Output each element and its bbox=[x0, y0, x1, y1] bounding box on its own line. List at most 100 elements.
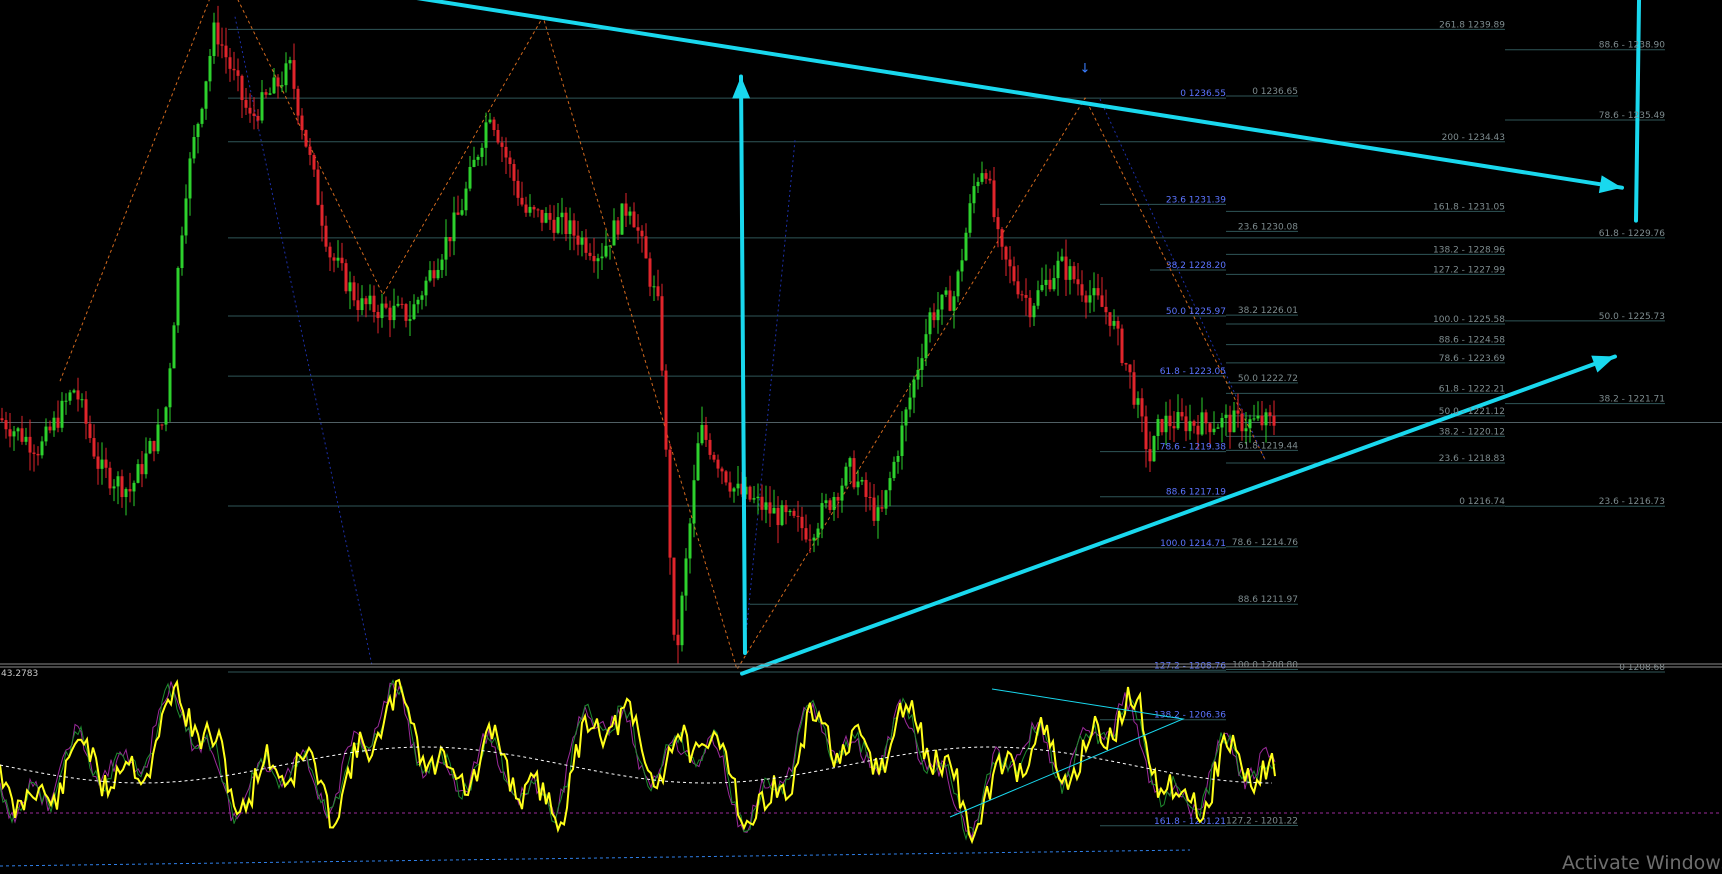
candle-body bbox=[1204, 412, 1208, 424]
candle-body bbox=[592, 255, 596, 262]
candle-body bbox=[880, 507, 884, 509]
candle-body bbox=[104, 459, 108, 468]
candle-body bbox=[1060, 256, 1064, 261]
candle-body bbox=[96, 456, 100, 469]
candle-body bbox=[624, 203, 628, 216]
candle-body bbox=[752, 498, 756, 500]
candle-body bbox=[88, 423, 92, 439]
candle-body bbox=[204, 81, 208, 109]
candle-body bbox=[836, 496, 840, 501]
candle-body bbox=[276, 77, 280, 87]
candle-body bbox=[1228, 414, 1232, 433]
candle-body bbox=[148, 441, 152, 454]
fib-level-label: 78.6 - 1223.69 bbox=[1439, 354, 1505, 364]
candle-body bbox=[1044, 279, 1048, 286]
candle-body bbox=[764, 502, 768, 510]
fib-level-label: 138.2 - 1228.96 bbox=[1433, 245, 1505, 255]
fib-level-label: 50.0 - 1225.73 bbox=[1599, 312, 1665, 322]
candle-body bbox=[140, 464, 144, 475]
candle-body bbox=[1120, 328, 1124, 363]
candle-body bbox=[540, 209, 544, 223]
candle-body bbox=[672, 557, 676, 635]
candle-body bbox=[108, 467, 112, 489]
candle-body bbox=[828, 500, 832, 510]
candle-body bbox=[524, 204, 528, 213]
candle-body bbox=[1172, 426, 1176, 429]
candle-body bbox=[940, 294, 944, 310]
candle-body bbox=[1116, 321, 1120, 329]
candle-body bbox=[120, 476, 124, 498]
indicator-value: 43.2783 bbox=[1, 669, 39, 679]
candle-body bbox=[580, 237, 584, 245]
candle-body bbox=[932, 312, 936, 321]
candle-body bbox=[384, 303, 388, 308]
fib-level-label: 61.8 - 1223.05 bbox=[1160, 367, 1226, 377]
candle-body bbox=[1232, 410, 1236, 433]
candle-body bbox=[136, 464, 140, 483]
candle-body bbox=[852, 458, 856, 488]
oscillator-panel bbox=[0, 663, 1722, 867]
candle-body bbox=[232, 68, 236, 71]
candle-body bbox=[1216, 427, 1220, 429]
candle-body bbox=[264, 92, 268, 95]
candle-body bbox=[968, 203, 972, 233]
candle-body bbox=[16, 428, 20, 432]
candle-body bbox=[1072, 266, 1076, 280]
candle-body bbox=[1220, 417, 1224, 428]
candle-body bbox=[500, 142, 504, 147]
candle-body bbox=[792, 510, 796, 516]
candle-body bbox=[688, 523, 692, 559]
candle-body bbox=[508, 157, 512, 165]
candle-body bbox=[716, 459, 720, 469]
candle-body bbox=[1176, 412, 1180, 429]
candle-body bbox=[788, 510, 792, 513]
candle-body bbox=[432, 270, 436, 279]
candle-body bbox=[620, 203, 624, 235]
candle-body bbox=[1168, 415, 1172, 427]
candle-body bbox=[652, 286, 656, 288]
candle-body bbox=[704, 425, 708, 440]
candle-body bbox=[440, 259, 444, 270]
candle-body bbox=[420, 295, 424, 300]
candle-body bbox=[128, 489, 132, 492]
candle-body bbox=[64, 400, 68, 402]
candle-body bbox=[512, 164, 516, 181]
candle-body bbox=[1040, 285, 1044, 291]
candle-body bbox=[8, 429, 12, 437]
candle-body bbox=[708, 439, 712, 455]
candle-body bbox=[416, 299, 420, 305]
candle-body bbox=[1208, 423, 1212, 433]
candle-body bbox=[124, 489, 128, 498]
candle-body bbox=[1140, 398, 1144, 417]
fib-level-label: 38.2 1228.20 bbox=[1166, 261, 1226, 271]
candle-body bbox=[760, 496, 764, 510]
candle-body bbox=[488, 119, 492, 123]
fib-level-label: 0 1216.74 bbox=[1459, 497, 1505, 507]
candle-body bbox=[272, 77, 276, 94]
candle-body bbox=[892, 461, 896, 479]
fib-level-label: 23.6 - 1216.73 bbox=[1599, 497, 1665, 507]
candle-body bbox=[1184, 416, 1188, 432]
candle-body bbox=[732, 488, 736, 492]
oscillator-trend-line bbox=[0, 849, 1191, 867]
candle-body bbox=[516, 180, 520, 198]
candle-body bbox=[1132, 372, 1136, 405]
candle-body bbox=[184, 198, 188, 236]
fib-level-label: 88.6 1217.19 bbox=[1166, 488, 1226, 498]
candle-body bbox=[460, 210, 464, 215]
candle-body bbox=[300, 115, 304, 131]
fib-level-label: 50.0 - 1221.12 bbox=[1439, 407, 1505, 417]
candle-body bbox=[640, 230, 644, 237]
candle-body bbox=[840, 485, 844, 501]
candle-body bbox=[236, 70, 240, 76]
candle-body bbox=[1148, 449, 1152, 462]
fib-level-label: 50.0 1222.72 bbox=[1238, 374, 1298, 384]
candle-body bbox=[904, 409, 908, 426]
candle-body bbox=[72, 390, 76, 393]
candle-body bbox=[1024, 295, 1028, 298]
candle-body bbox=[804, 528, 808, 540]
candle-body bbox=[336, 257, 340, 261]
candle-body bbox=[748, 486, 752, 500]
candle-body bbox=[116, 476, 120, 487]
oscillator-signal-purple bbox=[0, 681, 1276, 840]
